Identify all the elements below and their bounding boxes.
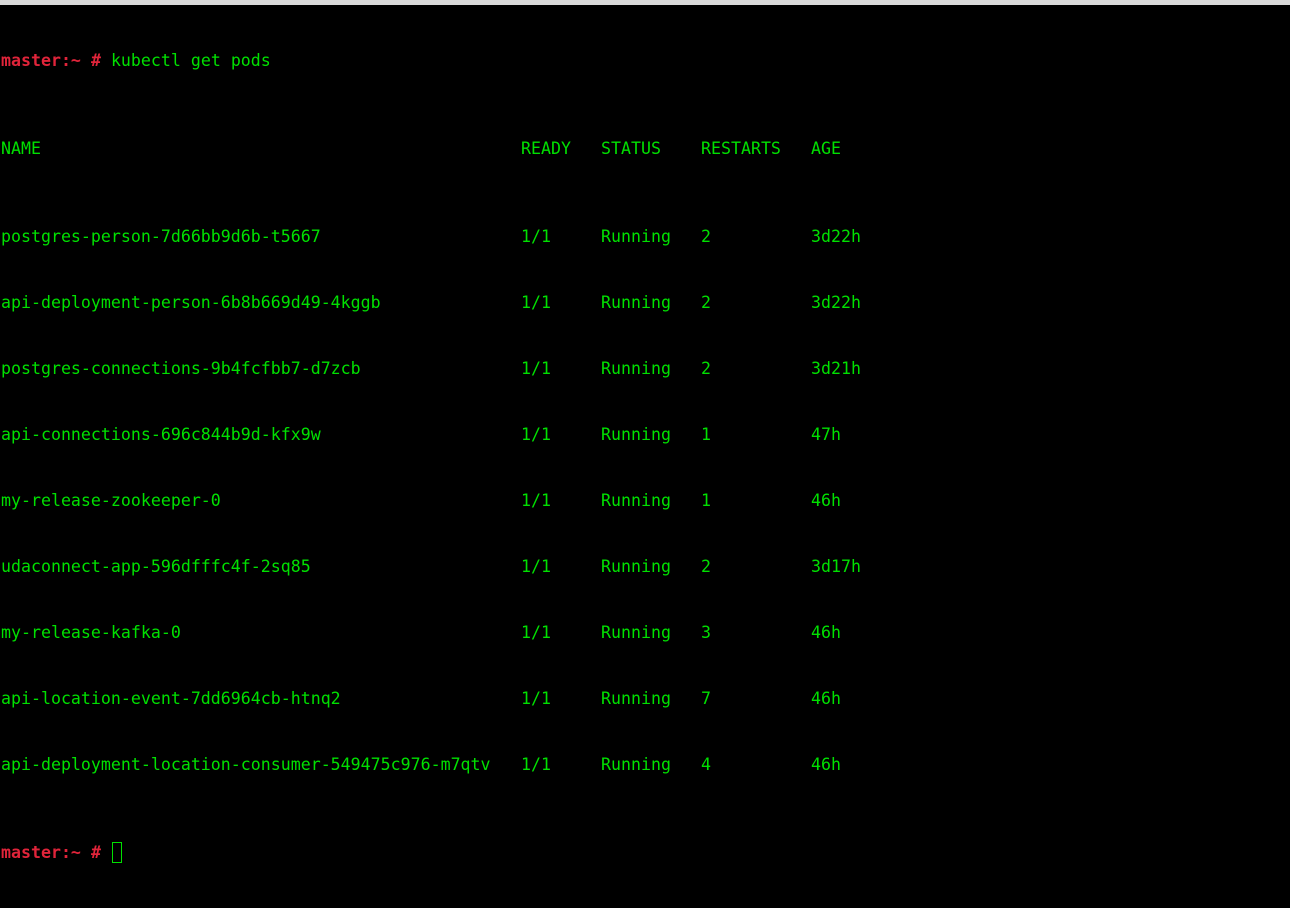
pod-name: api-connections-696c844b9d-kfx9w	[1, 425, 321, 444]
pod-age: 46h	[811, 689, 841, 708]
pod-restarts: 3	[701, 623, 711, 642]
header-ready: READY	[521, 139, 571, 158]
pod-status: Running	[601, 359, 671, 378]
table-header-row: NAME READY STATUS RESTARTS AGE	[1, 138, 1289, 160]
active-prompt-line[interactable]: master:~ #	[1, 842, 1289, 864]
pod-restarts: 2	[701, 293, 711, 312]
pod-ready: 1/1	[521, 425, 551, 444]
table-row: my-release-kafka-0 1/1 Running 3 46h	[1, 622, 1289, 644]
pod-restarts: 2	[701, 227, 711, 246]
pod-ready: 1/1	[521, 227, 551, 246]
table-row: api-location-event-7dd6964cb-htnq2 1/1 R…	[1, 688, 1289, 710]
text-cursor[interactable]	[111, 842, 122, 863]
table-row: postgres-person-7d66bb9d6b-t5667 1/1 Run…	[1, 226, 1289, 248]
pod-status: Running	[601, 491, 671, 510]
pod-status: Running	[601, 557, 671, 576]
command-text: kubectl get pods	[110, 51, 271, 70]
table-row: api-connections-696c844b9d-kfx9w 1/1 Run…	[1, 424, 1289, 446]
prompt-symbol: #	[90, 843, 101, 862]
pod-ready: 1/1	[521, 557, 551, 576]
pod-status: Running	[601, 227, 671, 246]
pod-ready: 1/1	[521, 623, 551, 642]
pod-status: Running	[601, 293, 671, 312]
pod-ready: 1/1	[521, 293, 551, 312]
pod-age: 46h	[811, 755, 841, 774]
pod-age: 3d22h	[811, 293, 861, 312]
table-row: postgres-connections-9b4fcfbb7-d7zcb 1/1…	[1, 358, 1289, 380]
pod-name: my-release-kafka-0	[1, 623, 181, 642]
table-row: api-deployment-person-6b8b669d49-4kggb 1…	[1, 292, 1289, 314]
header-age: AGE	[811, 139, 841, 158]
table-row: api-deployment-location-consumer-549475c…	[1, 754, 1289, 776]
pod-status: Running	[601, 425, 671, 444]
pod-restarts: 7	[701, 689, 711, 708]
pod-age: 46h	[811, 491, 841, 510]
pod-status: Running	[601, 623, 671, 642]
pod-restarts: 2	[701, 557, 711, 576]
header-status: STATUS	[601, 139, 661, 158]
pod-ready: 1/1	[521, 689, 551, 708]
pod-name: postgres-person-7d66bb9d6b-t5667	[1, 227, 321, 246]
pod-restarts: 1	[701, 491, 711, 510]
pod-age: 3d22h	[811, 227, 861, 246]
pod-status: Running	[601, 689, 671, 708]
pod-name: udaconnect-app-596dfffc4f-2sq85	[1, 557, 311, 576]
prompt-host: master:~	[1, 843, 81, 862]
header-restarts: RESTARTS	[701, 139, 781, 158]
pod-age: 3d21h	[811, 359, 861, 378]
pod-name: api-deployment-location-consumer-549475c…	[1, 755, 491, 774]
pod-age: 47h	[811, 425, 841, 444]
pod-restarts: 2	[701, 359, 711, 378]
header-name: NAME	[1, 139, 41, 158]
table-row: udaconnect-app-596dfffc4f-2sq85 1/1 Runn…	[1, 556, 1289, 578]
terminal-output[interactable]: master:~ # kubectl get pods NAME READY S…	[1, 6, 1289, 863]
window-top-border	[0, 0, 1290, 5]
pod-ready: 1/1	[521, 491, 551, 510]
pod-restarts: 1	[701, 425, 711, 444]
pod-age: 46h	[811, 623, 841, 642]
prompt-host: master:~	[1, 51, 81, 70]
pod-ready: 1/1	[521, 755, 551, 774]
pod-name: api-deployment-person-6b8b669d49-4kggb	[1, 293, 381, 312]
pod-name: api-location-event-7dd6964cb-htnq2	[1, 689, 341, 708]
prompt-symbol: #	[90, 51, 101, 70]
pod-name: my-release-zookeeper-0	[1, 491, 221, 510]
pod-name: postgres-connections-9b4fcfbb7-d7zcb	[1, 359, 361, 378]
pod-status: Running	[601, 755, 671, 774]
table-row: my-release-zookeeper-0 1/1 Running 1 46h	[1, 490, 1289, 512]
command-line: master:~ # kubectl get pods	[1, 50, 1289, 72]
pod-age: 3d17h	[811, 557, 861, 576]
pod-restarts: 4	[701, 755, 711, 774]
pod-ready: 1/1	[521, 359, 551, 378]
